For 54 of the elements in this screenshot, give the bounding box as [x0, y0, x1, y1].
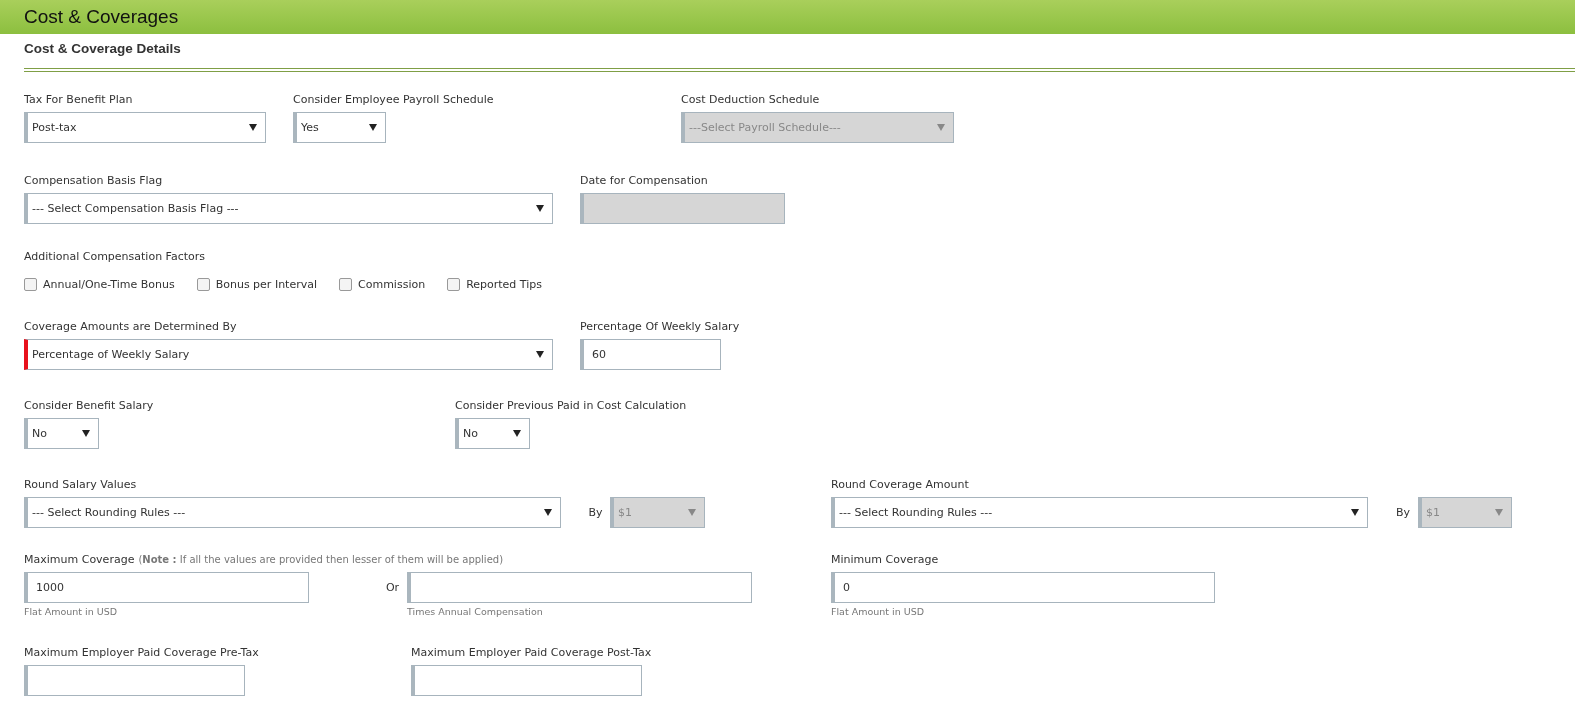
- field-label: Maximum Coverage: [24, 552, 135, 566]
- dropdown[interactable]: Percentage of Weekly Salary: [24, 339, 553, 370]
- caret-icon: [82, 430, 90, 437]
- caret-icon: [1495, 509, 1503, 516]
- input-field[interactable]: 0: [831, 572, 1215, 603]
- caret-icon: [544, 509, 552, 516]
- field-label: Consider Employee Payroll Schedule: [293, 92, 494, 106]
- field-label: Compensation Basis Flag: [24, 173, 163, 187]
- caret-icon: [249, 124, 257, 131]
- checkbox[interactable]: Annual/One-Time Bonus: [24, 278, 175, 291]
- dropdown[interactable]: No: [24, 418, 99, 449]
- dropdown[interactable]: --- Select Rounding Rules ---: [24, 497, 561, 528]
- field-label: Additional Compensation Factors: [24, 250, 205, 264]
- caret-icon: [536, 351, 544, 358]
- joiner-text: By: [1395, 506, 1411, 519]
- caret-icon: [937, 124, 945, 131]
- joiner-text: By: [588, 506, 603, 519]
- field-label: Round Coverage Amount: [831, 477, 969, 491]
- checkbox[interactable]: Reported Tips: [447, 278, 542, 291]
- page-title: Cost & Coverages: [24, 6, 179, 28]
- note-text: (Note : If all the values are provided then lesser of them will be applied): [138, 553, 504, 565]
- dropdown[interactable]: --- Select Rounding Rules ---: [831, 497, 1368, 528]
- checkbox[interactable]: Bonus per Interval: [196, 278, 317, 291]
- joiner-text: Or: [385, 581, 400, 594]
- caret-icon: [536, 205, 544, 212]
- caret-icon: [1351, 509, 1359, 516]
- dropdown[interactable]: No: [455, 418, 530, 449]
- field-label: Percentage Of Weekly Salary: [580, 319, 740, 333]
- field-label: Maximum Employer Paid Coverage Pre-Tax: [24, 645, 259, 659]
- checkbox[interactable]: Commission: [339, 278, 426, 291]
- input-field[interactable]: [411, 665, 642, 696]
- field-label: Consider Previous Paid in Cost Calculation: [455, 398, 687, 412]
- input-field[interactable]: 1000: [24, 572, 309, 603]
- dropdown[interactable]: Yes: [293, 112, 386, 143]
- dropdown[interactable]: Post-tax: [24, 112, 266, 143]
- field-label: Consider Benefit Salary: [24, 398, 154, 412]
- caret-icon: [513, 430, 521, 437]
- input-field[interactable]: 60: [580, 339, 721, 370]
- field-label: Date for Compensation: [580, 173, 708, 187]
- field-label: Round Salary Values: [24, 477, 137, 491]
- field-label: Minimum Coverage: [831, 552, 939, 566]
- caret-icon: [688, 509, 696, 516]
- field-label: Coverage Amounts are Determined By: [24, 319, 237, 333]
- hint-text: Flat Amount in USD: [831, 606, 924, 617]
- field-label: Cost Deduction Schedule: [681, 92, 820, 106]
- hint-text: Flat Amount in USD: [24, 606, 117, 617]
- input-field[interactable]: [407, 572, 752, 603]
- input-field[interactable]: [24, 665, 245, 696]
- dropdown[interactable]: --- Select Compensation Basis Flag ---: [24, 193, 553, 224]
- caret-icon: [369, 124, 377, 131]
- field-label: Maximum Employer Paid Coverage Post-Tax: [411, 645, 652, 659]
- section-title: Cost & Coverage Details: [24, 41, 181, 56]
- field-label: Tax For Benefit Plan: [24, 92, 133, 106]
- hint-text: Times Annual Compensation: [407, 606, 543, 617]
